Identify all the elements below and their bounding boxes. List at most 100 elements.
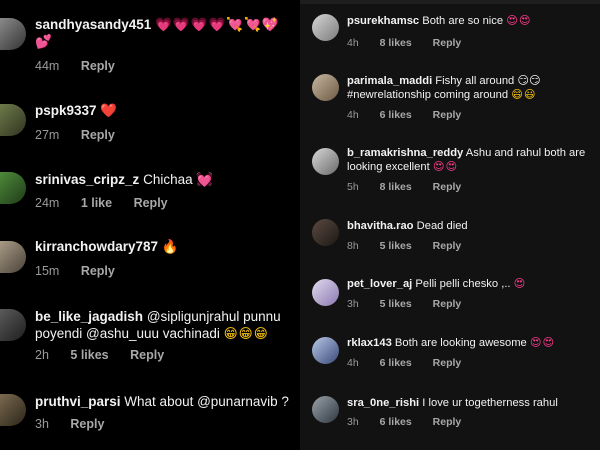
- likes-count[interactable]: 5 likes: [380, 298, 412, 310]
- comment-username[interactable]: parimala_maddi: [347, 75, 432, 87]
- comment-text-block: pet_lover_aj Pelli pelli chesko ,.. 😍: [347, 277, 594, 291]
- comment-time: 5h: [347, 181, 359, 193]
- avatar[interactable]: [0, 18, 26, 50]
- reply-button[interactable]: Reply: [81, 59, 115, 73]
- comment-body: Chichaa: [143, 172, 193, 187]
- comment-meta: 3h 6 likes Reply: [347, 416, 479, 428]
- comment-meta: 4h 8 likes Reply: [347, 37, 479, 49]
- avatar[interactable]: [312, 14, 339, 41]
- comment-meta: 8h 5 likes Reply: [347, 240, 479, 252]
- likes-count[interactable]: 6 likes: [380, 109, 412, 121]
- likes-count[interactable]: 5 likes: [70, 348, 108, 362]
- comment-username[interactable]: sandhyasandy451: [35, 17, 151, 32]
- comment-meta: 2h 5 likes Reply: [35, 348, 182, 362]
- comment-text-block: rklax143 Both are looking awesome 😍😍: [347, 336, 594, 350]
- avatar[interactable]: [312, 148, 339, 175]
- likes-count[interactable]: 8 likes: [380, 181, 412, 193]
- comment-meta: 3h Reply: [35, 417, 122, 431]
- reply-button[interactable]: Reply: [433, 37, 462, 49]
- reply-button[interactable]: Reply: [433, 181, 462, 193]
- avatar[interactable]: [312, 396, 339, 423]
- comment-time: 3h: [35, 417, 49, 431]
- reply-button[interactable]: Reply: [433, 357, 462, 369]
- comment-username[interactable]: pruthvi_parsi: [35, 394, 121, 409]
- comment-meta: 3h 5 likes Reply: [347, 298, 479, 310]
- comment-emoji: 😍: [513, 278, 527, 290]
- comment-username[interactable]: bhavitha.rao: [347, 220, 414, 232]
- comment-username[interactable]: kirranchowdary787: [35, 239, 158, 254]
- comment-username[interactable]: pspk9337: [35, 103, 97, 118]
- avatar[interactable]: [312, 337, 339, 364]
- avatar[interactable]: [0, 394, 26, 426]
- likes-count[interactable]: 8 likes: [380, 37, 412, 49]
- reply-button[interactable]: Reply: [130, 348, 164, 362]
- reply-button[interactable]: Reply: [81, 264, 115, 278]
- comment-emoji: 😍😍: [529, 337, 556, 349]
- comment-meta: 15m Reply: [35, 264, 133, 278]
- comment-time: 3h: [347, 298, 359, 310]
- comment-emoji: 😄😃: [511, 89, 537, 102]
- comment-username[interactable]: rklax143: [347, 337, 392, 349]
- comment-username[interactable]: be_like_jagadish: [35, 309, 143, 324]
- comment-time: 2h: [35, 348, 49, 362]
- avatar[interactable]: [312, 279, 339, 306]
- reply-button[interactable]: Reply: [70, 417, 104, 431]
- comment-emoji: 💓: [196, 172, 215, 187]
- comment-text-block: srinivas_cripz_z Chichaa 💓: [35, 171, 296, 188]
- likes-count[interactable]: 6 likes: [380, 416, 412, 428]
- comment-username[interactable]: b_ramakrishna_reddy: [347, 147, 463, 159]
- comment-username[interactable]: sra_0ne_rishi: [347, 397, 419, 409]
- likes-count[interactable]: 5 likes: [380, 240, 412, 252]
- likes-count[interactable]: 1 like: [81, 196, 112, 210]
- comment-emoji: 🔥: [161, 239, 180, 254]
- comment-meta: 44m Reply: [35, 59, 133, 73]
- divider: [300, 0, 600, 4]
- comment-body: Both are looking awesome: [394, 337, 527, 349]
- avatar[interactable]: [0, 241, 26, 273]
- reply-button[interactable]: Reply: [81, 128, 115, 142]
- comment-text-block: psurekhamsc Both are so nice 😍😍: [347, 14, 594, 28]
- comment-emoji: 😁😁😁: [223, 326, 269, 342]
- comment-body: Both are so nice: [422, 15, 504, 27]
- avatar[interactable]: [0, 172, 26, 204]
- comment-body: Pelli pelli chesko ,..: [415, 278, 511, 290]
- reply-button[interactable]: Reply: [433, 109, 462, 121]
- comment-time: 4h: [347, 37, 359, 49]
- comment-text-block: sra_0ne_rishi I love ur togetherness rah…: [347, 396, 594, 410]
- comment-time: 8h: [347, 240, 359, 252]
- comment-username[interactable]: psurekhamsc: [347, 15, 419, 27]
- reply-button[interactable]: Reply: [433, 416, 462, 428]
- comment-username[interactable]: pet_lover_aj: [347, 278, 412, 290]
- comment-text-block: bhavitha.rao Dead died: [347, 219, 594, 233]
- comment-meta: 5h 8 likes Reply: [347, 181, 479, 193]
- left-comments-panel: sandhyasandy451 💗💗💗💗💘💘💖💕 44m Reply pspk9…: [0, 0, 300, 450]
- comment-username[interactable]: srinivas_cripz_z: [35, 172, 139, 187]
- avatar[interactable]: [312, 219, 339, 246]
- comment-body: Dead died: [416, 220, 468, 232]
- comment-time: 4h: [347, 109, 359, 121]
- likes-count[interactable]: 6 likes: [380, 357, 412, 369]
- comment-time: 24m: [35, 196, 60, 210]
- comment-time: 15m: [35, 264, 60, 278]
- comment-meta: 4h 6 likes Reply: [347, 109, 479, 121]
- comment-text-block: pruthvi_parsi What about @punarnavib ?: [35, 393, 296, 410]
- comment-body: I love ur togetherness rahul: [422, 397, 558, 409]
- right-comments-panel: psurekhamsc Both are so nice 😍😍 4h 8 lik…: [300, 0, 600, 450]
- comment-time: 44m: [35, 59, 60, 73]
- comment-text-block: be_like_jagadish @sipligunjrahul punnu p…: [35, 308, 296, 343]
- comment-text-block: kirranchowdary787 🔥: [35, 238, 296, 255]
- comment-time: 27m: [35, 128, 60, 142]
- comment-text-block: sandhyasandy451 💗💗💗💗💘💘💖💕: [35, 16, 296, 51]
- comment-time: 3h: [347, 416, 359, 428]
- reply-button[interactable]: Reply: [134, 196, 168, 210]
- comment-emoji: 😍😍: [432, 161, 459, 174]
- avatar[interactable]: [312, 74, 339, 101]
- comment-time: 4h: [347, 357, 359, 369]
- avatar[interactable]: [0, 104, 26, 136]
- avatar[interactable]: [0, 309, 26, 341]
- reply-button[interactable]: Reply: [433, 298, 462, 310]
- comment-meta: 4h 6 likes Reply: [347, 357, 479, 369]
- reply-button[interactable]: Reply: [433, 240, 462, 252]
- comment-emoji: 😍😍: [506, 15, 532, 27]
- comment-meta: 27m Reply: [35, 128, 133, 142]
